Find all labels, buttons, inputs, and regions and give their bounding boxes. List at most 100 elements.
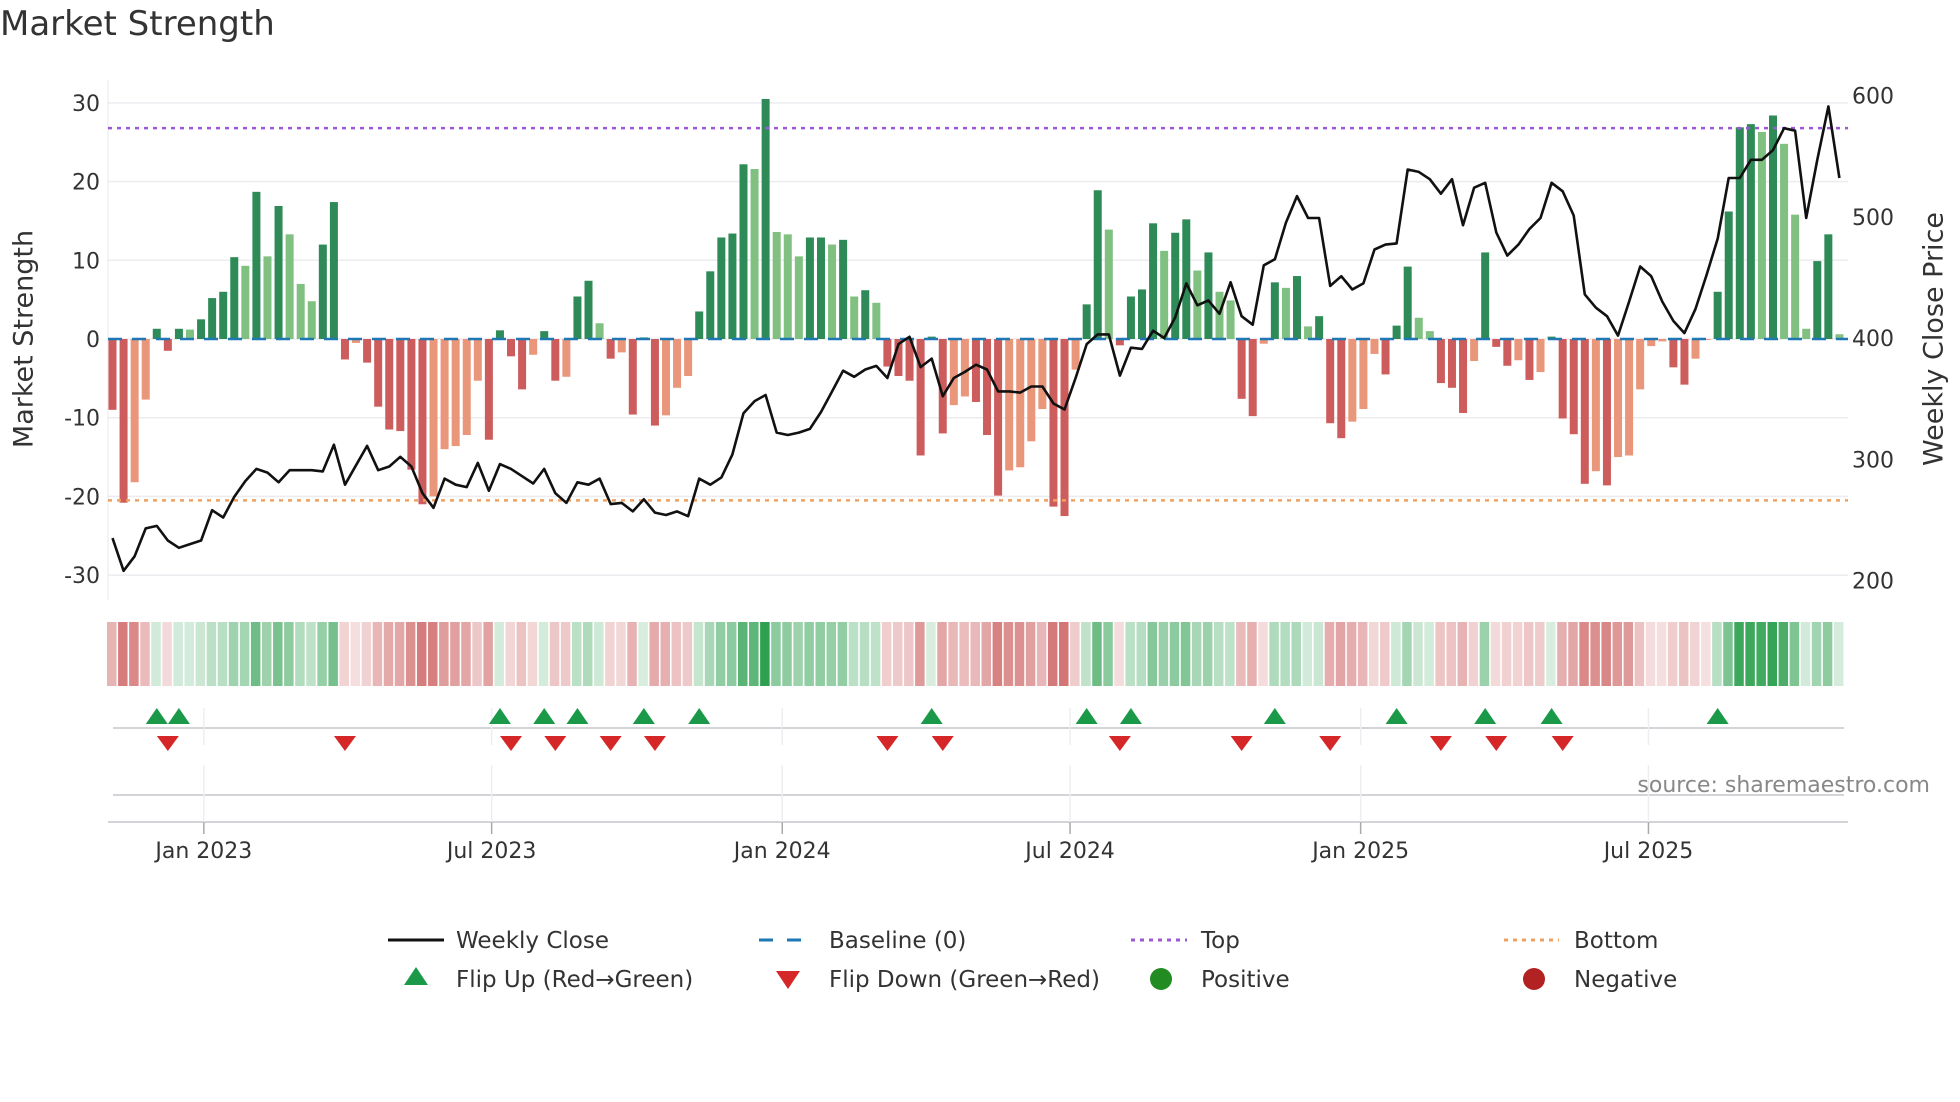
heat-cell [1446,622,1456,686]
heat-cell [1236,622,1246,686]
strength-bar [1636,339,1645,390]
heat-cell [649,622,659,686]
strength-bar [307,301,316,339]
strength-bar [562,339,571,377]
strength-bar [960,339,969,397]
heat-cell [1269,622,1279,686]
heat-cell [317,622,327,686]
strength-bar [1337,339,1346,439]
heat-cell [217,622,228,686]
strength-bar [1326,339,1335,424]
strength-bar [141,339,150,400]
strength-bar [1370,339,1379,354]
y-tick-label: -30 [64,564,100,589]
strength-bar [495,330,504,339]
strength-bar [208,298,217,339]
heat-cell [1535,622,1545,686]
heat-cell [162,622,172,686]
heat-cell [926,622,936,686]
flip-up-marker [566,708,589,724]
y2-tick-label: 200 [1852,570,1894,595]
strength-bar [318,244,327,339]
y2-axis-title: Weekly Close Price [1919,212,1950,466]
strength-bar [1126,296,1135,339]
strength-bar [1304,326,1313,339]
flip-up-marker [632,708,655,724]
strength-bar [340,339,349,360]
heat-cell [1568,622,1578,686]
heat-cell [461,622,471,686]
heat-cell [361,622,372,686]
strength-bar [1160,250,1169,339]
strength-bar [1746,124,1755,339]
strength-bar [163,339,172,351]
strength-bar [1525,339,1534,380]
flip-down-marker [1108,736,1131,751]
strength-bar [1602,339,1611,486]
heat-cell [948,622,958,686]
strength-bar [1669,339,1678,368]
heat-cell [1678,622,1689,686]
heat-cell [1712,622,1722,686]
heat-cell [1546,622,1556,686]
strength-bar [1226,300,1235,339]
strength-bar [850,296,859,339]
heat-cell [1457,622,1468,686]
heat-cell [383,622,394,686]
strength-bar [949,339,958,406]
y-tick-label: -10 [64,407,100,432]
strength-bar [717,237,726,339]
strength-bar [1038,339,1047,410]
strength-bar [407,339,416,470]
heat-cell [1247,622,1257,686]
strength-bar [1182,219,1191,339]
strength-bar [1016,339,1025,468]
legend-bottom: Bottom [1574,928,1658,954]
strength-bar [429,339,438,497]
legend-flip-up-icon [404,967,428,985]
heat-cell [1579,622,1589,686]
heat-cell [804,622,814,686]
heat-cell [1745,622,1755,686]
heat-cell [239,622,250,686]
flip-up-marker [688,708,711,724]
strength-bar [1060,339,1069,517]
strength-bar [872,302,881,339]
heat-cell [605,622,615,686]
heat-cell [284,622,294,686]
heat-cell [992,622,1003,686]
strength-bar [1791,214,1800,339]
strength-bar [761,98,770,339]
strength-bar [1757,132,1766,339]
strength-bar [1392,325,1401,339]
flip-up-marker [533,708,556,724]
heat-cell [571,622,582,686]
strength-bar [274,205,283,339]
flip-down-marker [156,736,179,751]
strength-bar [1281,287,1290,339]
legend-positive-icon [1150,968,1172,990]
heat-cell [1114,622,1124,686]
strength-bar [1735,127,1744,339]
flip-down-marker [1485,736,1508,751]
strength-bar [1359,339,1368,410]
heat-cell [771,622,781,686]
strength-bar [1536,339,1545,373]
strength-bar [1713,291,1722,339]
heat-cell [1701,622,1711,686]
y-tick-label: 10 [72,249,100,274]
heat-cell [151,622,161,686]
flip-down-marker [500,736,523,751]
strength-bar [363,339,372,363]
strength-bar [1403,266,1412,339]
heat-cell [1468,622,1479,686]
heat-cell [715,622,726,686]
heat-cell [1158,622,1169,686]
x-tick-label: Jul 2024 [1023,839,1115,864]
heat-cell [339,622,349,686]
strength-bar [1027,339,1036,442]
strength-bar [1591,339,1600,472]
heat-cell [959,622,969,686]
heat-cell [1313,622,1324,686]
heat-cell [1479,622,1490,686]
